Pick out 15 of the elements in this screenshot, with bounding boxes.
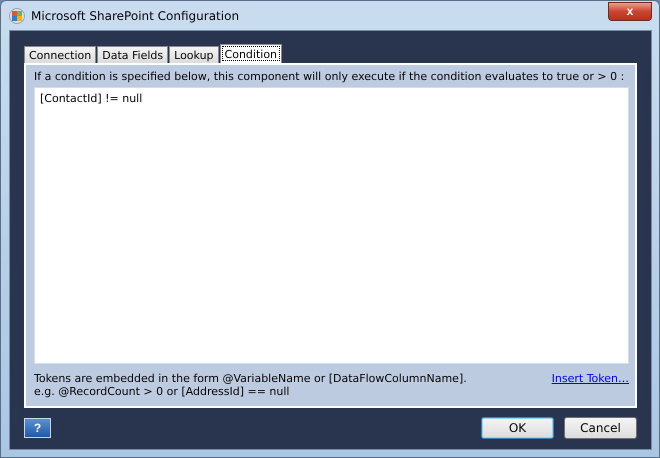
- tab[interactable]: Lookup: [169, 46, 219, 63]
- hint-text: e.g. @RecordCount > 0 or [AddressId] == null: [34, 385, 290, 398]
- insert-token-link[interactable]: Insert Token…: [552, 372, 629, 385]
- cancel-button[interactable]: Cancel: [564, 417, 637, 439]
- close-button[interactable]: x: [608, 2, 652, 21]
- hint-text: Tokens are embedded in the form @VariableName or [DataFlowColumnName].: [34, 372, 468, 385]
- instruction-text: If a condition is specified below, this component will only execute if the condition evaluates to true or > 0 :: [34, 70, 626, 83]
- ok-button[interactable]: OK: [481, 417, 554, 439]
- tab[interactable]: Connection: [24, 46, 96, 63]
- tab[interactable]: Data Fields: [97, 46, 168, 63]
- tab[interactable]: Condition: [220, 44, 282, 63]
- help-button[interactable]: ?: [24, 418, 51, 438]
- condition-field[interactable]: [ContactId] != null: [34, 87, 629, 364]
- window-title: Microsoft SharePoint Configuration: [31, 8, 240, 22]
- app-icon: [9, 8, 25, 24]
